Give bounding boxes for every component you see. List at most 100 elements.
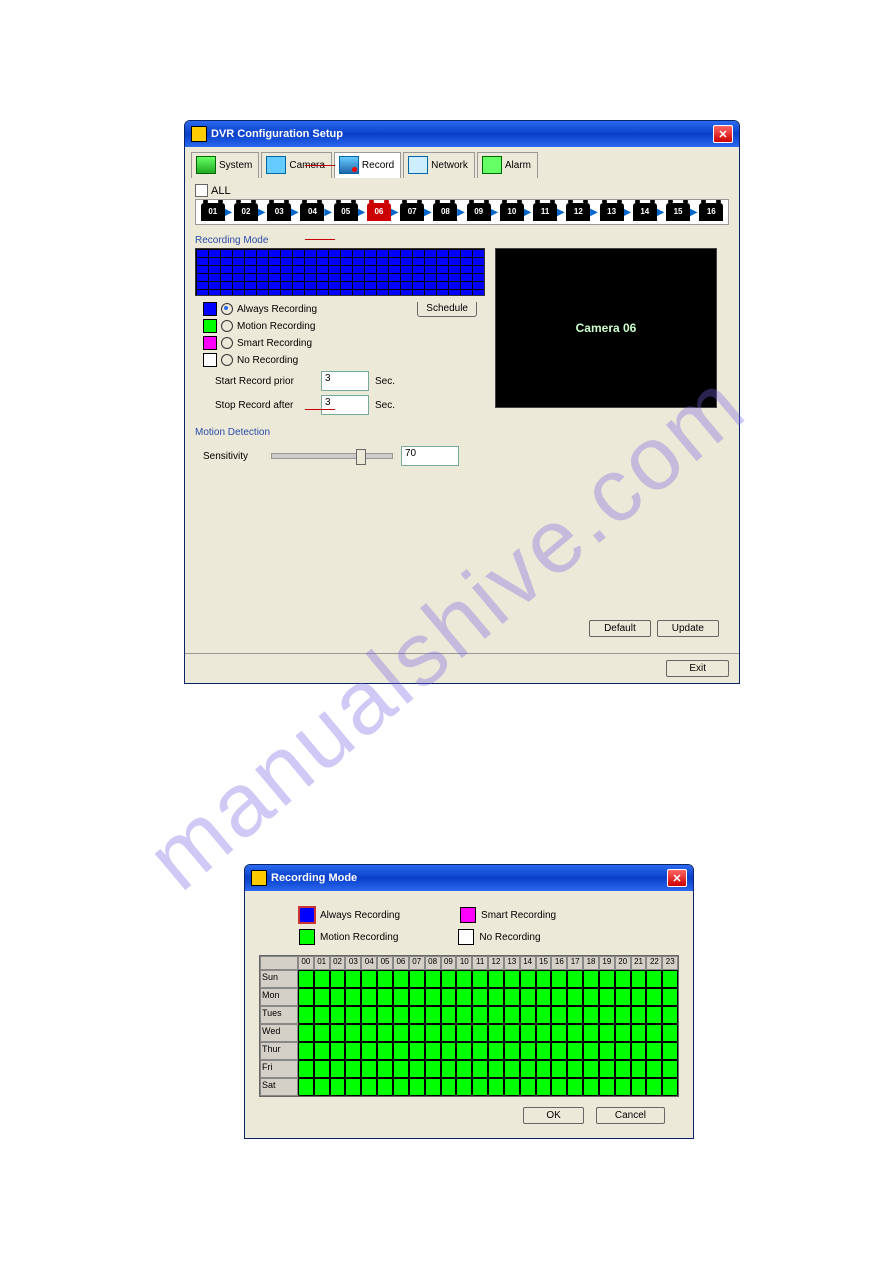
- schedule-cell[interactable]: [599, 1078, 615, 1096]
- schedule-cell[interactable]: [583, 970, 599, 988]
- schedule-cell[interactable]: [662, 1060, 678, 1078]
- schedule-cell[interactable]: [615, 988, 631, 1006]
- schedule-cell[interactable]: [425, 1078, 441, 1096]
- schedule-cell[interactable]: [662, 1006, 678, 1024]
- tab-system[interactable]: System: [191, 152, 259, 178]
- camera-item-03[interactable]: 03: [265, 203, 293, 221]
- schedule-cell[interactable]: [488, 1078, 504, 1096]
- schedule-cell[interactable]: [361, 1042, 377, 1060]
- schedule-cell[interactable]: [441, 1078, 457, 1096]
- radio-always[interactable]: [221, 303, 233, 315]
- schedule-cell[interactable]: [314, 1006, 330, 1024]
- schedule-cell[interactable]: [314, 1060, 330, 1078]
- schedule-cell[interactable]: [488, 988, 504, 1006]
- camera-item-06[interactable]: 06: [365, 203, 393, 221]
- schedule-cell[interactable]: [361, 988, 377, 1006]
- schedule-cell[interactable]: [393, 1060, 409, 1078]
- schedule-cell[interactable]: [314, 970, 330, 988]
- schedule-cell[interactable]: [662, 1024, 678, 1042]
- schedule-cell[interactable]: [631, 1078, 647, 1096]
- schedule-cell[interactable]: [551, 1078, 567, 1096]
- schedule-cell[interactable]: [662, 970, 678, 988]
- radio-motion[interactable]: [221, 320, 233, 332]
- swatch-none[interactable]: [458, 929, 474, 945]
- schedule-cell[interactable]: [345, 1042, 361, 1060]
- schedule-cell[interactable]: [472, 1006, 488, 1024]
- camera-item-16[interactable]: 16: [698, 203, 726, 221]
- camera-item-13[interactable]: 13: [598, 203, 626, 221]
- schedule-cell[interactable]: [631, 1042, 647, 1060]
- schedule-cell[interactable]: [631, 1006, 647, 1024]
- schedule-cell[interactable]: [298, 1060, 314, 1078]
- schedule-cell[interactable]: [646, 988, 662, 1006]
- schedule-cell[interactable]: [330, 1060, 346, 1078]
- schedule-cell[interactable]: [536, 1042, 552, 1060]
- schedule-cell[interactable]: [631, 1060, 647, 1078]
- cancel-button[interactable]: Cancel: [596, 1107, 665, 1124]
- schedule-cell[interactable]: [330, 988, 346, 1006]
- camera-item-04[interactable]: 04: [299, 203, 327, 221]
- swatch-smart[interactable]: [460, 907, 476, 923]
- schedule-cell[interactable]: [536, 1078, 552, 1096]
- schedule-cell[interactable]: [456, 1078, 472, 1096]
- schedule-cell[interactable]: [441, 970, 457, 988]
- schedule-cell[interactable]: [472, 1078, 488, 1096]
- schedule-cell[interactable]: [298, 1024, 314, 1042]
- schedule-cell[interactable]: [583, 1024, 599, 1042]
- schedule-cell[interactable]: [345, 970, 361, 988]
- schedule-cell[interactable]: [488, 1024, 504, 1042]
- schedule-cell[interactable]: [583, 988, 599, 1006]
- schedule-cell[interactable]: [314, 1078, 330, 1096]
- schedule-cell[interactable]: [330, 970, 346, 988]
- camera-item-05[interactable]: 05: [332, 203, 360, 221]
- schedule-cell[interactable]: [456, 1060, 472, 1078]
- schedule-cell[interactable]: [504, 988, 520, 1006]
- schedule-cell[interactable]: [551, 970, 567, 988]
- schedule-cell[interactable]: [646, 1060, 662, 1078]
- tab-alarm[interactable]: Alarm: [477, 152, 538, 178]
- schedule-cell[interactable]: [504, 1006, 520, 1024]
- schedule-cell[interactable]: [583, 1060, 599, 1078]
- camera-item-10[interactable]: 10: [498, 203, 526, 221]
- start-prior-input[interactable]: 3: [321, 371, 369, 391]
- schedule-cell[interactable]: [409, 1060, 425, 1078]
- schedule-cell[interactable]: [615, 970, 631, 988]
- schedule-cell[interactable]: [393, 1042, 409, 1060]
- schedule-cell[interactable]: [662, 988, 678, 1006]
- exit-button[interactable]: Exit: [666, 660, 729, 677]
- schedule-cell[interactable]: [456, 1042, 472, 1060]
- schedule-cell[interactable]: [504, 1024, 520, 1042]
- schedule-cell[interactable]: [536, 1060, 552, 1078]
- schedule-cell[interactable]: [520, 988, 536, 1006]
- schedule-cell[interactable]: [520, 1042, 536, 1060]
- schedule-cell[interactable]: [298, 988, 314, 1006]
- schedule-cell[interactable]: [441, 1060, 457, 1078]
- schedule-cell[interactable]: [377, 1042, 393, 1060]
- schedule-cell[interactable]: [314, 988, 330, 1006]
- schedule-cell[interactable]: [345, 1060, 361, 1078]
- schedule-cell[interactable]: [298, 970, 314, 988]
- schedule-cell[interactable]: [409, 1024, 425, 1042]
- schedule-cell[interactable]: [425, 1060, 441, 1078]
- schedule-cell[interactable]: [551, 1042, 567, 1060]
- schedule-cell[interactable]: [646, 1006, 662, 1024]
- schedule-cell[interactable]: [520, 970, 536, 988]
- stop-after-input[interactable]: 3: [321, 395, 369, 415]
- schedule-cell[interactable]: [488, 1006, 504, 1024]
- schedule-cell[interactable]: [615, 1078, 631, 1096]
- schedule-grid[interactable]: 0001020304050607080910111213141516171819…: [259, 955, 679, 1097]
- schedule-cell[interactable]: [298, 1078, 314, 1096]
- schedule-cell[interactable]: [583, 1042, 599, 1060]
- schedule-cell[interactable]: [631, 988, 647, 1006]
- schedule-cell[interactable]: [536, 988, 552, 1006]
- camera-item-15[interactable]: 15: [664, 203, 692, 221]
- schedule-cell[interactable]: [646, 1024, 662, 1042]
- schedule-cell[interactable]: [425, 1006, 441, 1024]
- schedule-cell[interactable]: [488, 970, 504, 988]
- tab-network[interactable]: Network: [403, 152, 475, 178]
- schedule-cell[interactable]: [662, 1042, 678, 1060]
- schedule-cell[interactable]: [599, 988, 615, 1006]
- default-button[interactable]: Default: [589, 620, 651, 637]
- radio-none[interactable]: [221, 354, 233, 366]
- schedule-cell[interactable]: [567, 1006, 583, 1024]
